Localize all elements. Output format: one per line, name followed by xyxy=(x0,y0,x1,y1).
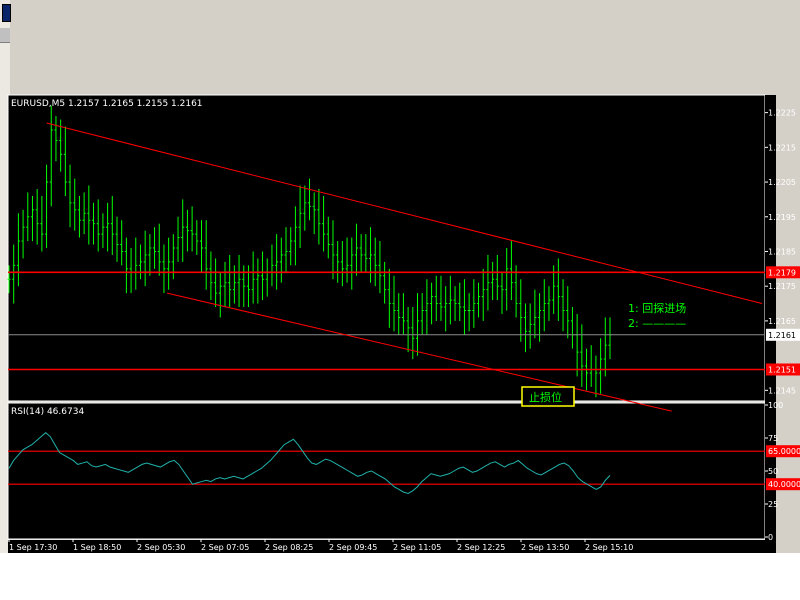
rsi-axis-label: 75 xyxy=(768,434,778,443)
time-axis-label: 2 Sep 11:05 xyxy=(393,543,441,552)
time-axis-background xyxy=(8,540,776,553)
price-axis-label: 1.2215 xyxy=(768,143,796,152)
level-price-label: 1.2151 xyxy=(768,365,796,374)
time-axis-label: 2 Sep 09:45 xyxy=(329,543,377,552)
price-axis-label: 1.2205 xyxy=(768,178,796,187)
price-axis-label: 1.2225 xyxy=(768,109,796,118)
time-axis-label: 1 Sep 18:50 xyxy=(73,543,121,552)
time-axis-label: 2 Sep 12:25 xyxy=(457,543,505,552)
time-axis-label: 2 Sep 13:50 xyxy=(521,543,569,552)
chart-canvas[interactable]: 1.2225 1.2215 1.2205 1.2195 1.2185 1.2175 1.21… xyxy=(0,0,800,600)
price-axis-label: 1.2185 xyxy=(768,247,796,256)
price-axis-label: 1.2165 xyxy=(768,317,796,326)
price-axis-label: 1.2175 xyxy=(768,282,796,291)
time-axis-label: 2 Sep 08:25 xyxy=(265,543,313,552)
time-axis-label: 2 Sep 15:10 xyxy=(585,543,633,552)
time-axis-label: 1 Sep 17:30 xyxy=(9,543,57,552)
price-axis-label: 1.2195 xyxy=(768,213,796,222)
rsi-panel[interactable] xyxy=(7,402,766,540)
rsi-level-label: 40.0000 xyxy=(768,480,800,489)
rsi-axis-label: 25 xyxy=(768,500,778,509)
time-axis-label: 2 Sep 05:30 xyxy=(137,543,185,552)
level-price-label: 1.2179 xyxy=(768,268,796,277)
time-axis-label: 2 Sep 07:05 xyxy=(201,543,249,552)
annotation-second-note: 2: ———— xyxy=(628,317,686,330)
price-axis-label: 1.2145 xyxy=(768,386,796,395)
rsi-header: RSI(14) 46.6734 xyxy=(11,407,84,417)
rsi-level-label: 65.0000 xyxy=(768,447,800,456)
symbol-header: EURUSD,M5 1.2157 1.2165 1.2155 1.2161 xyxy=(11,99,203,109)
rsi-axis-label: 50 xyxy=(768,467,778,476)
rsi-axis-label: 0 xyxy=(768,533,773,542)
annotation-entry-note: 1: 回探进场 xyxy=(628,301,686,315)
rsi-axis-label: 100 xyxy=(768,401,783,410)
stop-loss-label: 止损位 xyxy=(529,390,562,404)
current-price-label: 1.2161 xyxy=(768,331,796,340)
